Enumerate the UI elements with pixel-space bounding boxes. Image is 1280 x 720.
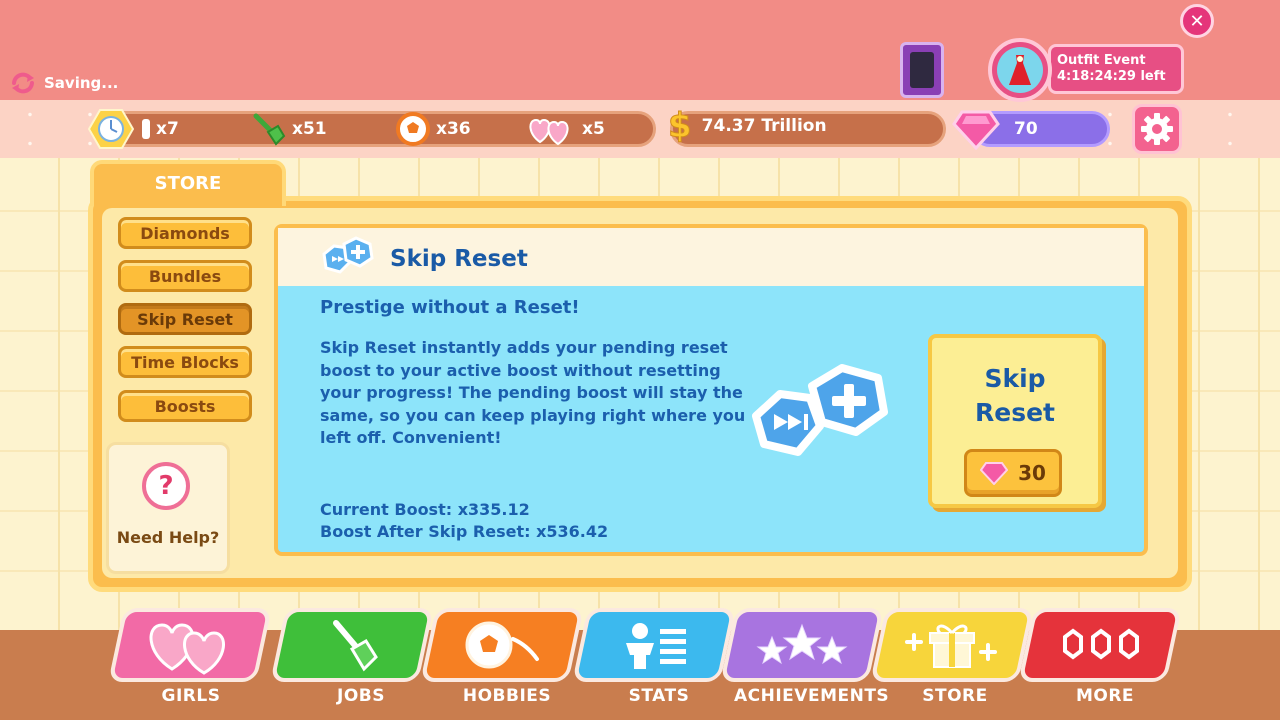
- nav-hobbies-label: HOBBIES: [462, 686, 552, 706]
- ball-count: x36: [436, 119, 471, 139]
- skip-reset-icon: [322, 236, 374, 274]
- sidebar-item-time-blocks[interactable]: Time Blocks: [118, 346, 252, 378]
- saving-text: Saving...: [44, 74, 119, 92]
- time-bar-icon: [142, 119, 150, 139]
- money-amount: 74.37 Trillion: [701, 116, 827, 136]
- saving-indicator: Saving...: [8, 72, 118, 94]
- soccer-ball-icon: [465, 621, 539, 669]
- skip-reset-large-icon: [752, 364, 888, 456]
- hearts-count: x5: [582, 119, 605, 139]
- need-help-label: Need Help?: [116, 528, 220, 547]
- person-stats-icon: [626, 623, 686, 669]
- close-button[interactable]: ✕: [1180, 4, 1214, 38]
- close-icon: ✕: [1189, 10, 1205, 32]
- shovel-icon: [333, 620, 378, 672]
- buy-title-line2: Reset: [975, 398, 1055, 427]
- time-resource[interactable]: x7: [88, 108, 179, 150]
- nav-jobs-button[interactable]: [270, 608, 434, 682]
- money-resource[interactable]: $ 74.37 Trillion: [668, 106, 827, 147]
- sync-icon: [12, 72, 34, 94]
- diamond-icon: [952, 110, 1000, 150]
- buy-card-title: Skip Reset: [928, 362, 1102, 430]
- time-count: x7: [156, 119, 179, 139]
- ball-resource[interactable]: x36: [396, 112, 471, 146]
- hearts-icon: [529, 118, 569, 146]
- diamond-count: 70: [1014, 119, 1038, 139]
- shovel-icon: [253, 113, 286, 146]
- diamond-icon: [980, 462, 1009, 485]
- buy-title-line1: Skip: [984, 364, 1046, 393]
- clock-hexagon-icon: [88, 109, 134, 149]
- product-title: Skip Reset: [390, 246, 528, 272]
- outfit-event-title: Outfit Event: [1057, 53, 1146, 68]
- nav-girls-label: GIRLS: [161, 686, 221, 706]
- gear-icon: [1141, 113, 1173, 145]
- nav-store-button[interactable]: [870, 608, 1034, 682]
- outfit-event-button[interactable]: Outfit Event 4:18:24:29 left: [1048, 44, 1184, 94]
- current-boost-text: Current Boost: x335.12: [320, 500, 530, 519]
- shovel-resource[interactable]: x51: [250, 112, 327, 146]
- boost-after-text: Boost After Skip Reset: x536.42: [320, 522, 609, 541]
- sidebar-item-boosts[interactable]: Boosts: [118, 390, 252, 422]
- product-subhead: Prestige without a Reset!: [320, 297, 580, 318]
- hearts-resource[interactable]: x5: [526, 112, 605, 146]
- nav-hobbies-button[interactable]: [420, 608, 584, 682]
- nav-achievements-label: ACHIEVEMENTS: [734, 686, 890, 706]
- store-tab: STORE: [90, 160, 286, 206]
- outfit-event-timer: 4:18:24:29 left: [1057, 69, 1166, 84]
- nav-more-button[interactable]: [1018, 608, 1182, 682]
- question-mark-icon: ?: [142, 462, 190, 510]
- nav-store-label: STORE: [922, 686, 988, 706]
- book-card-button[interactable]: [900, 42, 944, 98]
- nav-achievements-button[interactable]: [720, 608, 884, 682]
- soccer-ball-icon: [396, 112, 430, 146]
- nav-girls-button[interactable]: [108, 608, 272, 682]
- nav-jobs-label: JOBS: [337, 686, 385, 706]
- sidebar-item-skip-reset[interactable]: Skip Reset: [118, 303, 252, 335]
- sidebar-item-diamonds[interactable]: Diamonds: [118, 217, 252, 249]
- hearts-icon: [149, 623, 225, 675]
- gift-icon: [905, 624, 997, 668]
- shovel-count: x51: [292, 119, 327, 139]
- nav-stats-button[interactable]: [572, 608, 736, 682]
- product-description: Skip Reset instantly adds your pending r…: [320, 338, 746, 447]
- diamond-resource[interactable]: 70: [952, 108, 1038, 150]
- stars-icon: [756, 623, 848, 665]
- settings-button[interactable]: [1132, 104, 1182, 154]
- nav-more-label: MORE: [1075, 686, 1135, 706]
- nav-stats-label: STATS: [628, 686, 690, 706]
- sidebar-item-bundles[interactable]: Bundles: [118, 260, 252, 292]
- buy-price: 30: [1018, 461, 1046, 485]
- dress-icon: [1009, 55, 1031, 85]
- dollar-icon: $: [668, 106, 693, 147]
- outfit-event-avatar[interactable]: [988, 38, 1052, 102]
- more-icon: [1063, 628, 1139, 660]
- buy-button[interactable]: 30: [964, 449, 1062, 497]
